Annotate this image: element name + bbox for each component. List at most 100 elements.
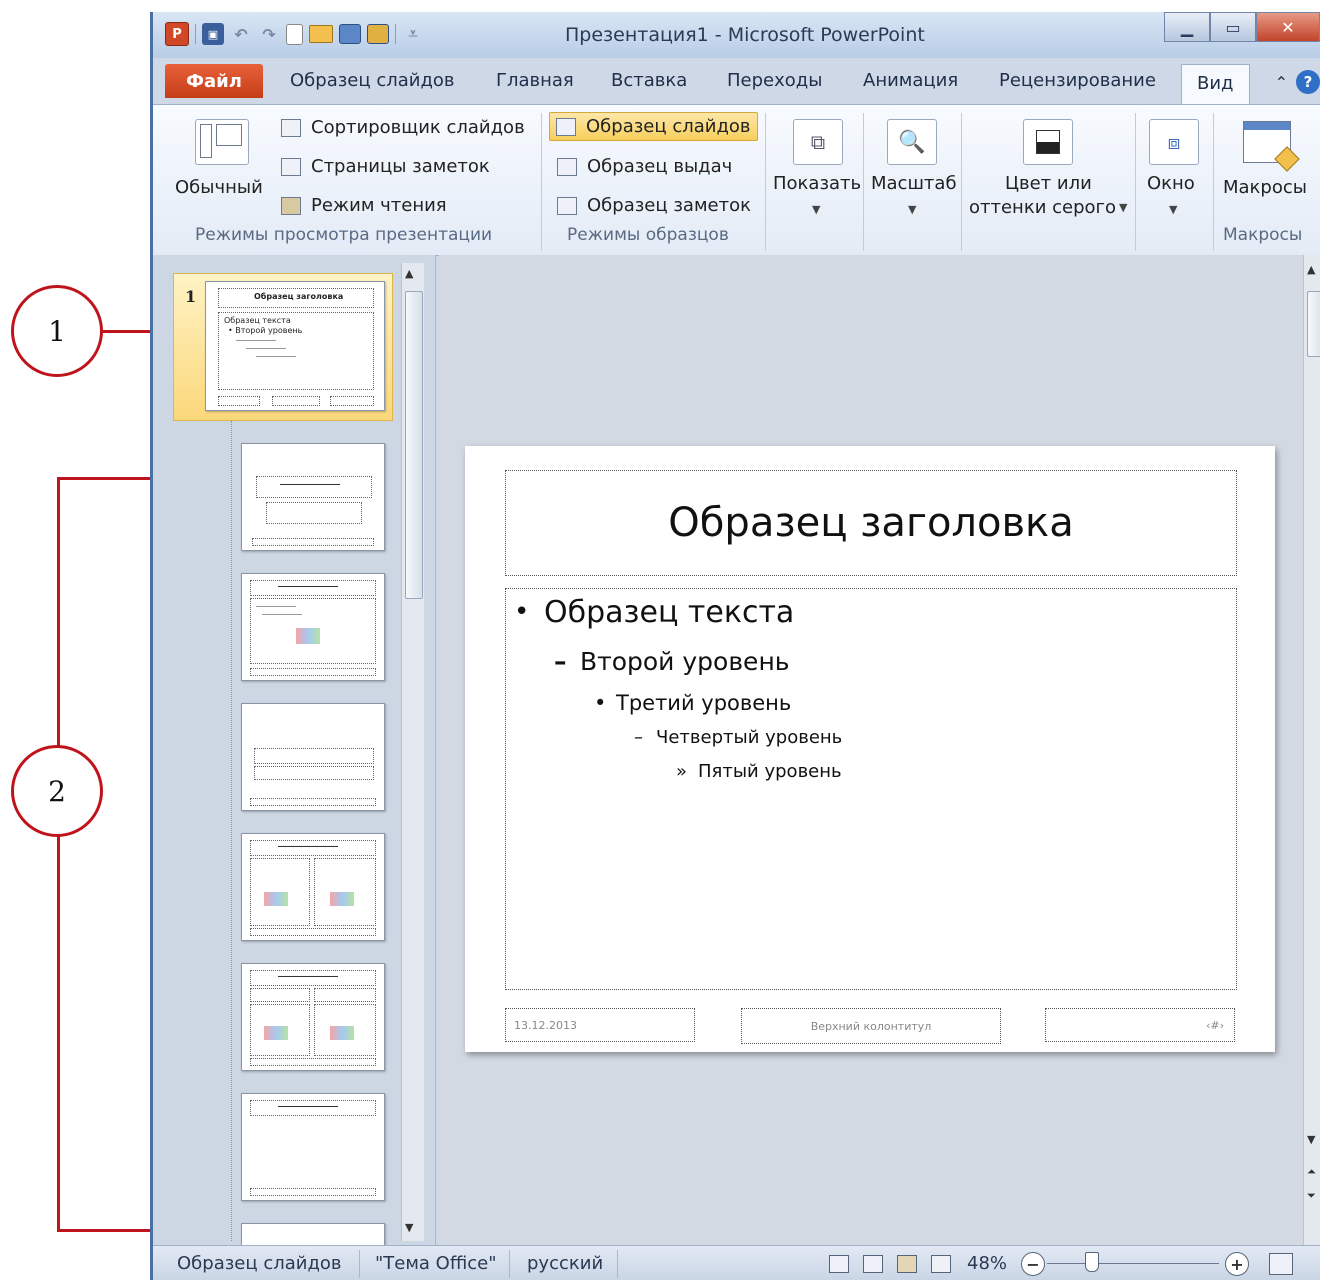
status-theme: "Тема Office" (375, 1253, 497, 1274)
show-button[interactable]: Показать (773, 173, 861, 194)
show-icon[interactable]: ⧉ (793, 119, 843, 165)
level-2-text: Второй уровень (580, 647, 790, 676)
fit-to-window-icon[interactable] (1269, 1253, 1293, 1275)
magnifier-icon[interactable]: 🔍 (887, 119, 937, 165)
group-separator (961, 113, 962, 251)
main-scroll-thumb[interactable] (1307, 291, 1320, 357)
maximize-icon[interactable]: ▭ (1210, 12, 1256, 42)
slide-master-icon (556, 117, 576, 136)
next-slide-icon[interactable]: ⏷ (1307, 1189, 1316, 1203)
slide-sorter-icon[interactable] (863, 1255, 883, 1273)
color-grayscale-line1[interactable]: Цвет или (1005, 173, 1092, 194)
redo-icon[interactable]: ↷ (258, 23, 280, 45)
layout-thumbnail[interactable] (241, 1093, 385, 1201)
level-4-bullet: – (634, 727, 643, 748)
slide-sorter-button[interactable]: Сортировщик слайдов (281, 117, 525, 138)
callout-2-bracket-vertical (57, 477, 60, 747)
zoom-slider-knob[interactable] (1085, 1252, 1099, 1272)
group-separator (1135, 113, 1136, 251)
new-document-icon[interactable] (286, 23, 303, 45)
group-label-master-views: Режимы образцов (567, 225, 729, 245)
macros-button[interactable]: Макросы (1223, 177, 1307, 198)
show-dropdown-icon[interactable]: ▼ (812, 203, 820, 216)
scroll-down-icon[interactable]: ▼ (1307, 1133, 1315, 1146)
tab-transitions[interactable]: Переходы (727, 70, 822, 91)
tab-insert[interactable]: Вставка (611, 70, 687, 91)
slide-master-canvas[interactable]: Образец заголовка • Образец текста – Вто… (465, 446, 1275, 1052)
zoom-out-icon[interactable]: − (1021, 1252, 1045, 1276)
slide-master-button[interactable]: Образец слайдов (549, 112, 758, 141)
window-controls: ▁ ▭ ✕ (1164, 12, 1320, 42)
slide-number-placeholder[interactable]: ‹#› (1045, 1008, 1235, 1042)
open-folder-icon[interactable] (309, 25, 333, 43)
zoom-button[interactable]: Масштаб (871, 173, 957, 194)
customize-qat-icon[interactable]: ⩡ (402, 23, 424, 45)
layout-thumbnail[interactable] (241, 573, 385, 681)
layout-thumbnail[interactable] (241, 833, 385, 941)
scroll-up-icon[interactable]: ▲ (1307, 263, 1315, 276)
tab-home[interactable]: Главная (496, 70, 574, 91)
color-grayscale-icon[interactable] (1023, 119, 1073, 165)
group-separator (863, 113, 864, 251)
undo-icon[interactable]: ↶ (230, 23, 252, 45)
notes-master-button[interactable]: Образец заметок (557, 195, 751, 216)
window-button[interactable]: Окно (1147, 173, 1195, 194)
window-icon[interactable]: ⧈ (1149, 119, 1199, 165)
color-dropdown-icon[interactable]: ▼ (1119, 201, 1127, 214)
normal-view-button[interactable]: Обычный (175, 177, 263, 198)
slide-master-thumbnail[interactable]: Образец заголовка Образец текста • Второ… (205, 281, 385, 411)
status-separator (359, 1250, 360, 1278)
scroll-up-icon[interactable]: ▲ (405, 267, 413, 280)
tab-review[interactable]: Рецензирование (999, 70, 1156, 91)
previous-slide-icon[interactable]: ⏶ (1307, 1165, 1316, 1179)
reading-view-icon (281, 196, 301, 215)
slide-thumbnails-pane: 1 Образец заголовка Образец текста • Вто… (153, 255, 436, 1265)
handout-master-button[interactable]: Образец выдач (557, 156, 732, 177)
date-placeholder[interactable]: 13.12.2013 (505, 1008, 695, 1042)
zoom-dropdown-icon[interactable]: ▼ (908, 203, 916, 216)
level-2-bullet: – (554, 647, 567, 676)
notes-page-button[interactable]: Страницы заметок (281, 156, 490, 177)
body-placeholder[interactable]: • Образец текста – Второй уровень • Трет… (505, 588, 1237, 990)
scroll-down-icon[interactable]: ▼ (405, 1221, 413, 1234)
zoom-level[interactable]: 48% (967, 1253, 1007, 1274)
tab-animations[interactable]: Анимация (863, 70, 958, 91)
callout-1-arrow-line (103, 330, 155, 333)
status-language[interactable]: русский (527, 1253, 603, 1274)
window-dropdown-icon[interactable]: ▼ (1169, 203, 1177, 216)
tab-slide-master[interactable]: Образец слайдов (290, 70, 455, 91)
normal-view-icon[interactable] (195, 119, 249, 165)
thumbnail-scroll-thumb[interactable] (405, 291, 423, 599)
zoom-slider-track[interactable] (1047, 1263, 1219, 1264)
reading-view-button[interactable]: Режим чтения (281, 195, 447, 216)
macros-icon[interactable] (1243, 121, 1300, 172)
thumbnail-title-text: Образец заголовка (254, 292, 344, 301)
tab-file[interactable]: Файл (165, 64, 263, 98)
layout-thumbnail[interactable] (241, 963, 385, 1071)
slideshow-icon[interactable] (931, 1255, 951, 1273)
footer-placeholder[interactable]: Верхний колонтитул (741, 1008, 1001, 1044)
minimize-icon[interactable]: ▁ (1164, 12, 1210, 42)
slideshow-icon[interactable] (339, 24, 361, 44)
notes-master-icon (557, 196, 577, 215)
insert-picture-icon[interactable] (367, 24, 389, 44)
zoom-in-icon[interactable]: + (1225, 1252, 1249, 1276)
title-bar: P ▣ ↶ ↷ ⩡ Презентация1 - Microsoft Power… (153, 12, 1320, 58)
normal-view-icon[interactable] (829, 1255, 849, 1273)
thumbnail-scrollbar[interactable]: ▲ ▼ (401, 263, 424, 1241)
tab-view[interactable]: Вид (1181, 64, 1250, 104)
layout-thumbnail[interactable] (241, 443, 385, 551)
color-grayscale-line2[interactable]: оттенки серого (969, 197, 1116, 218)
minimize-ribbon-icon[interactable]: ⌃ (1275, 73, 1288, 92)
powerpoint-app-icon[interactable]: P (165, 22, 189, 46)
main-vertical-scrollbar[interactable]: ▲ ▼ ⏶ ⏷ (1303, 255, 1320, 1245)
help-icon[interactable]: ? (1296, 70, 1320, 94)
title-placeholder[interactable]: Образец заголовка (505, 470, 1237, 576)
close-icon[interactable]: ✕ (1256, 12, 1320, 42)
save-icon[interactable]: ▣ (202, 23, 224, 45)
qat-separator (195, 24, 196, 44)
status-separator (617, 1250, 618, 1278)
layout-thumbnail[interactable] (241, 703, 385, 811)
reading-view-icon[interactable] (897, 1255, 917, 1273)
thumbnail-body-level2: • Второй уровень (228, 326, 303, 335)
